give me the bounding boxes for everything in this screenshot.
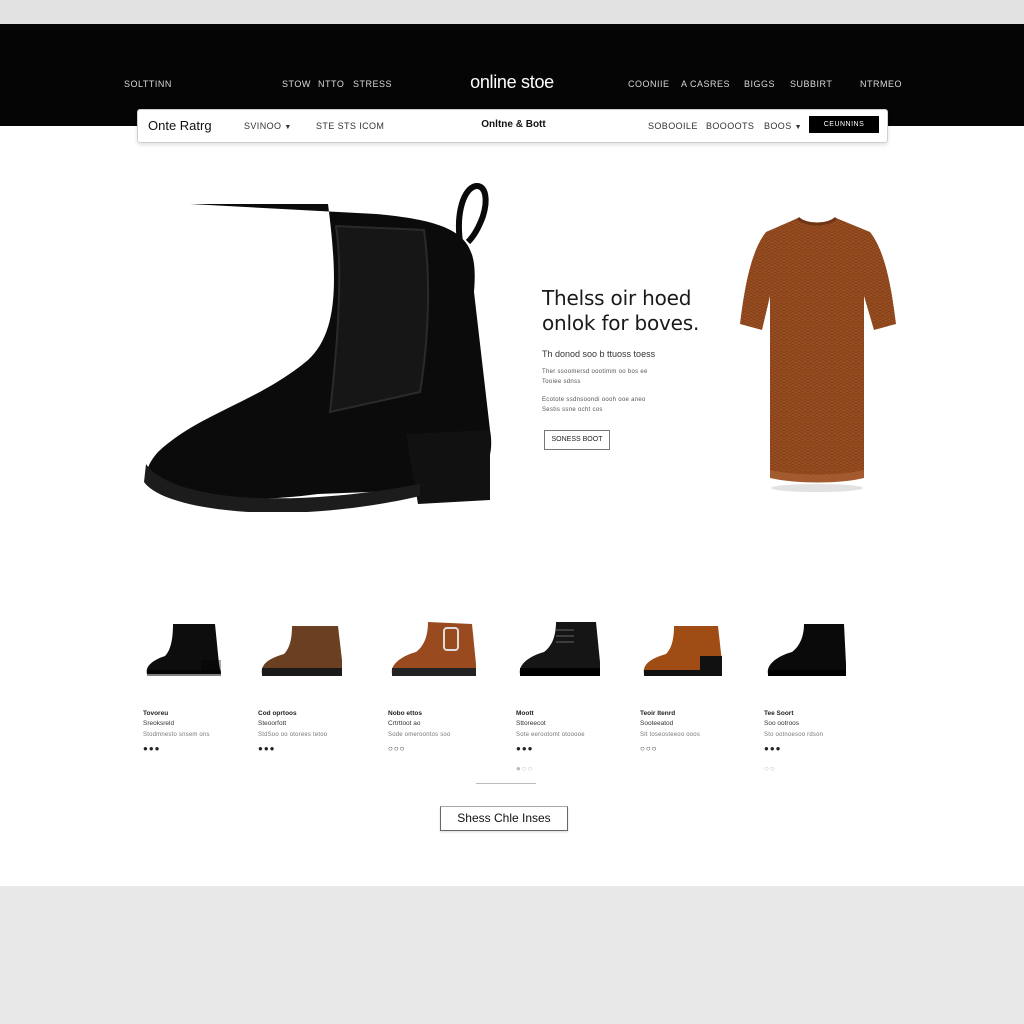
hero-title-line-2: onlok for boves.	[542, 311, 700, 335]
product-description: Stodmnesto snsem ons	[143, 732, 210, 738]
product-description: Sode omeroontos soo	[388, 732, 451, 738]
account-link[interactable]: NTRMEO	[860, 79, 902, 89]
color-swatch-dots[interactable]: ○○○	[640, 745, 750, 753]
product-boot-image[interactable]	[388, 620, 480, 680]
product-card[interactable]: Nobo ettos Crtrttoot ao Sode omeroontos so…	[388, 620, 498, 753]
product-name[interactable]: Nobo ettos	[388, 710, 498, 717]
hero-line-2: Tooiee sdnss	[542, 379, 581, 385]
color-swatch-dots[interactable]: ●●●	[764, 745, 874, 753]
hero-boot-image[interactable]	[138, 182, 500, 512]
product-category: Crtrttoot ao	[388, 720, 421, 727]
product-description: StdSoo oo otorees tetoo	[258, 732, 328, 738]
more-dropdown[interactable]: BOOS ▼	[764, 121, 802, 131]
color-swatch-dots[interactable]: ●●●	[258, 745, 368, 753]
show-more-button[interactable]: Shess Chle Inses	[440, 806, 568, 831]
product-card[interactable]: Tee Soort Soo ootroos Sto ootnoesoo rdson ●…	[764, 620, 874, 773]
hero-description-1: Ther ssoomersd oootimm oo bos ee Tooiee …	[542, 367, 732, 387]
product-description: Sto ootnoesoo rdson	[764, 732, 824, 738]
hero-description-2: Ecotote ssdnsoondi oooh ooe aneo Sestis …	[542, 395, 732, 415]
color-swatch-dots[interactable]: ●●●	[516, 745, 626, 753]
color-swatch-dots[interactable]: ○○○	[388, 745, 498, 753]
top-band	[0, 0, 1024, 24]
product-category: Sooteeatod	[640, 720, 674, 727]
product-card[interactable]: Moott Sttoreecot Sote eerootomt otooooe ●●●…	[516, 620, 626, 773]
hero-dress-image[interactable]	[736, 212, 898, 522]
product-boot-image[interactable]	[516, 620, 608, 680]
color-swatch-dots[interactable]: ●●●	[143, 745, 253, 753]
product-boot-image[interactable]	[258, 620, 350, 680]
product-name[interactable]: Teoir Itenrd	[640, 710, 750, 717]
product-boot-image[interactable]	[143, 620, 235, 680]
rating-dots: ○○	[764, 764, 776, 773]
subnav-link-2[interactable]: BOOOOTS	[706, 121, 754, 131]
product-name[interactable]: Cod oprtoos	[258, 710, 368, 717]
more-dropdown-label: BOOS	[764, 121, 792, 131]
nav-link-7[interactable]: SUBBIRT	[790, 79, 832, 89]
bottom-band	[0, 886, 1024, 1024]
product-name[interactable]: Tovoreu	[143, 710, 253, 717]
product-category: Soo ootroos	[764, 720, 800, 727]
hero-shop-button[interactable]: SONESS BOOT	[544, 430, 610, 450]
product-name[interactable]: Tee Soort	[764, 710, 874, 717]
page: SOLTTINN STOW NTTO STRESS online stoe CO…	[0, 24, 1024, 886]
hero-line-4: Sestis ssne ocht cos	[542, 407, 603, 413]
rating-dots: ●○○	[516, 764, 534, 773]
hero-subtitle: Th donod soo b ttuoss toess	[542, 349, 656, 359]
product-category: Sttoreecot	[516, 720, 546, 727]
product-category: Sreoksreld	[143, 720, 175, 727]
divider	[476, 783, 536, 784]
hero-line-1: Ther ssoomersd oootimm oo bos ee	[542, 369, 648, 375]
secondary-nav-bar: Onte Ratrg SVINOO ▼ STE STS ICOM Onltne &…	[137, 109, 888, 143]
cta-button[interactable]: CEUNNINS	[809, 116, 879, 133]
hero-line-3: Ecotote ssdnsoondi oooh ooe aneo	[542, 397, 646, 403]
product-card[interactable]: Teoir Itenrd Sooteeatod Slt toseosteeoo oo…	[640, 620, 750, 753]
chevron-down-icon: ▼	[794, 124, 802, 131]
nav-link-4[interactable]: COONIIE	[628, 79, 670, 89]
product-category: Steoorfott	[258, 720, 287, 727]
nav-link-5[interactable]: A CASRES	[681, 79, 730, 89]
nav-link-6[interactable]: BIGGS	[744, 79, 775, 89]
subnav-link-1[interactable]: SOBOOILE	[648, 121, 698, 131]
hero-title-line-1: Thelss oir hoed	[542, 286, 692, 310]
product-card[interactable]: Cod oprtoos Steoorfott StdSoo oo otorees t…	[258, 620, 368, 753]
product-description: Slt toseosteeoo ooos	[640, 732, 701, 738]
product-boot-image[interactable]	[640, 620, 732, 680]
product-card[interactable]: Tovoreu Sreoksreld Stodmnesto snsem ons ●●●	[143, 620, 253, 753]
product-boot-image[interactable]	[764, 620, 856, 680]
hero-text-block: Thelss oir hoed onlok for boves. Th dono…	[542, 286, 732, 450]
hero-title: Thelss oir hoed onlok for boves.	[542, 286, 732, 336]
product-description: Sote eerootomt otooooe	[516, 732, 585, 738]
product-name[interactable]: Moott	[516, 710, 626, 717]
